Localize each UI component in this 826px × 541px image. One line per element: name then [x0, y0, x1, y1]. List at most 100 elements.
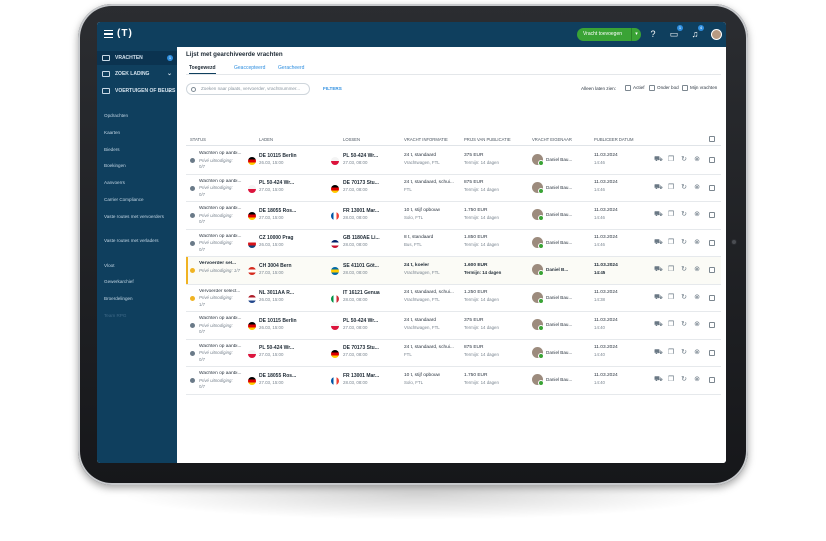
- truck-action-icon[interactable]: ⛟: [654, 266, 663, 274]
- cancel-icon[interactable]: ⊗: [693, 156, 701, 164]
- row-checkbox[interactable]: [709, 349, 715, 356]
- row-checkbox[interactable]: [709, 377, 715, 383]
- truck-action-icon[interactable]: ⛟: [654, 321, 663, 329]
- copy-icon[interactable]: ❐: [667, 184, 675, 192]
- select-all-checkbox[interactable]: [709, 136, 715, 142]
- truck-action-icon[interactable]: ⛟: [654, 184, 663, 192]
- cancel-icon[interactable]: ⊗: [693, 376, 701, 384]
- user-avatar[interactable]: [711, 29, 722, 40]
- tab-cancelled[interactable]: Geracheerd: [278, 63, 304, 74]
- row-checkbox[interactable]: [709, 294, 715, 301]
- copy-icon[interactable]: ❐: [667, 294, 675, 302]
- table-row[interactable]: Wachten op aanbi... Privé uitnodiging: 0/7…: [186, 339, 721, 367]
- sidebar-item-0[interactable]: VRACHTEN 1: [97, 51, 177, 65]
- sidebar-link[interactable]: Vloot: [97, 263, 177, 269]
- table-row[interactable]: Wachten op aanbi... Privé uitnodiging: 0/7…: [186, 367, 721, 395]
- sidebar-link[interactable]: Boekingen: [97, 163, 177, 169]
- tab-accepted[interactable]: Geaccepteerd: [234, 63, 265, 74]
- checkbox[interactable]: [682, 84, 688, 91]
- chevron-down-icon[interactable]: ▾: [631, 28, 641, 41]
- cancel-icon[interactable]: ⊗: [693, 349, 701, 357]
- row-checkbox[interactable]: [709, 322, 715, 328]
- row-checkbox[interactable]: [709, 212, 715, 218]
- sidebar-link[interactable]: Aanvoerrs: [97, 180, 177, 186]
- row-checkbox[interactable]: [709, 239, 715, 246]
- cancel-icon[interactable]: ⊗: [693, 211, 701, 219]
- copy-icon[interactable]: ❐: [667, 321, 675, 329]
- copy-icon[interactable]: ❐: [667, 349, 675, 357]
- copy-icon[interactable]: ❐: [667, 211, 675, 219]
- sidebar-link[interactable]: Opdrachten: [97, 113, 177, 119]
- truck-action-icon[interactable]: ⛟: [654, 376, 663, 384]
- filters-button[interactable]: FILTERS: [323, 86, 342, 91]
- sidebar-link[interactable]: Kaarten: [97, 130, 177, 136]
- price: 1.250 EUR: [464, 290, 488, 295]
- filter-mine-checkbox[interactable]: Mijn vrachten: [682, 84, 717, 92]
- truck-action-icon[interactable]: ⛟: [654, 349, 663, 357]
- row-checkbox[interactable]: [709, 267, 715, 273]
- filter-active-checkbox[interactable]: Actief: [625, 84, 645, 92]
- header-price[interactable]: PRIJS VAN PUBLICATIE: [464, 137, 511, 142]
- sidebar-link[interactable]: Broerdelingen: [97, 296, 177, 302]
- refresh-icon[interactable]: ↻: [680, 266, 688, 274]
- status-invite: Privé uitnodiging:: [199, 185, 233, 190]
- checkbox[interactable]: [649, 84, 655, 91]
- owner-avatar: [532, 374, 544, 386]
- table-row[interactable]: Wachten op aanbi... Privé uitnodiging: 0/7…: [186, 174, 721, 202]
- header-publish-date[interactable]: PUBLICEER DATUM: [594, 137, 633, 142]
- refresh-icon[interactable]: ↻: [680, 294, 688, 302]
- sidebar-link[interactable]: Vaste routes met verladers: [97, 238, 177, 244]
- table-row[interactable]: Wachten op aanbi... Privé uitnodiging: 0/7…: [186, 147, 721, 175]
- sidebar-link[interactable]: Gewerkarchief: [97, 279, 177, 285]
- sidebar-item-2[interactable]: VOERTUIGEN OF BEURS ⌄: [97, 84, 177, 108]
- cancel-icon[interactable]: ⊗: [693, 239, 701, 247]
- header-load[interactable]: LADEN: [259, 137, 273, 142]
- refresh-icon[interactable]: ↻: [680, 156, 688, 164]
- copy-icon[interactable]: ❐: [667, 376, 675, 384]
- row-checkbox[interactable]: [709, 184, 715, 191]
- refresh-icon[interactable]: ↻: [680, 321, 688, 329]
- cancel-icon[interactable]: ⊗: [693, 294, 701, 302]
- chat-icon[interactable]: ▭ 1: [668, 25, 683, 40]
- app-logo[interactable]: (T): [117, 28, 133, 39]
- cancel-icon[interactable]: ⊗: [693, 321, 701, 329]
- row-checkbox[interactable]: [709, 157, 715, 163]
- filter-bid-checkbox[interactable]: Onder bod: [649, 84, 679, 92]
- header-freight-info[interactable]: VRACHT INFORMATIE: [404, 137, 448, 142]
- search-input[interactable]: Zoeken naar plaats, vervoerder, vrachtnu…: [186, 83, 310, 95]
- cancel-icon[interactable]: ⊗: [693, 184, 701, 192]
- table-row[interactable]: Wachten op aanbi... Privé uitnodiging: 0/7…: [186, 312, 721, 340]
- copy-icon[interactable]: ❐: [667, 239, 675, 247]
- sidebar-link[interactable]: Team RPG: [97, 313, 177, 319]
- sidebar-link[interactable]: Carrier Compliance: [97, 197, 177, 203]
- add-freight-button[interactable]: Vracht toevoegen ▾: [577, 28, 641, 41]
- hamburger-menu-icon[interactable]: [104, 30, 113, 38]
- tab-assigned[interactable]: Toegewezd: [189, 63, 216, 74]
- truck-action-icon[interactable]: ⛟: [654, 156, 663, 164]
- header-unload[interactable]: LOSSEN: [343, 137, 360, 142]
- refresh-icon[interactable]: ↻: [680, 211, 688, 219]
- table-row[interactable]: Vervoerder sel... Privé uitnodiging: 1/7 C…: [186, 257, 721, 285]
- refresh-icon[interactable]: ↻: [680, 376, 688, 384]
- table-row[interactable]: Wachten op aanbi... Privé uitnodiging: 0/7…: [186, 229, 721, 257]
- refresh-icon[interactable]: ↻: [680, 184, 688, 192]
- bell-icon[interactable]: ♫ 4: [689, 25, 704, 40]
- table-row[interactable]: Vervoerder select... Privé uitnodiging: 1/…: [186, 284, 721, 312]
- sidebar-link[interactable]: Vaste routes met vervoerders: [97, 214, 177, 220]
- truck-action-icon[interactable]: ⛟: [654, 294, 663, 302]
- truck-action-icon[interactable]: ⛟: [654, 239, 663, 247]
- sidebar-item-1[interactable]: ZOEK LADING ⌄: [97, 67, 177, 81]
- checkbox[interactable]: [625, 84, 631, 91]
- header-status[interactable]: STATUS: [190, 137, 206, 142]
- refresh-icon[interactable]: ↻: [680, 239, 688, 247]
- header-owner[interactable]: VRACHT EIGENAAR: [532, 137, 572, 142]
- copy-icon[interactable]: ❐: [667, 266, 675, 274]
- refresh-icon[interactable]: ↻: [680, 349, 688, 357]
- table-row[interactable]: Wachten op aanbi... Privé uitnodiging: 0/7…: [186, 202, 721, 230]
- help-icon[interactable]: ?: [647, 28, 659, 40]
- publish-time: 14:40: [594, 324, 605, 330]
- copy-icon[interactable]: ❐: [667, 156, 675, 164]
- sidebar-link[interactable]: Bieders: [97, 147, 177, 153]
- truck-action-icon[interactable]: ⛟: [654, 211, 663, 219]
- cancel-icon[interactable]: ⊗: [693, 266, 701, 274]
